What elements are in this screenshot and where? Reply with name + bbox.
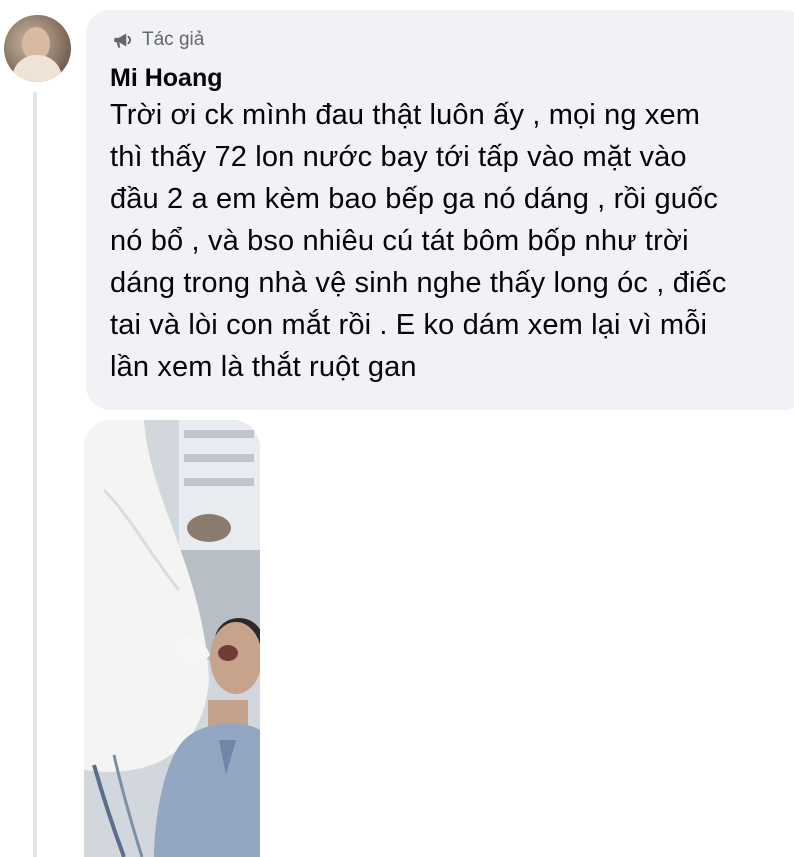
comment-text-line: đầu 2 a em kèm bao bếp ga nó dáng , rồi … <box>110 183 718 215</box>
author-name[interactable]: Mi Hoang <box>110 62 794 94</box>
author-badge: Tác giả <box>110 26 794 54</box>
comment-text-line: dáng trong nhà vệ sinh nghe thấy long óc… <box>110 267 727 299</box>
avatar-body <box>12 55 62 82</box>
comment-bubble: Tác giả Mi Hoang Trời ơi ck mình đau thậ… <box>86 10 794 410</box>
comment-text-line: lần xem là thắt ruột gan <box>110 351 417 383</box>
comment-text-line: Trời ơi ck mình đau thật luôn ấy , mọi n… <box>110 99 701 131</box>
comment-text-line: thì thấy 72 lon nước bay tới tấp vào mặt… <box>110 141 687 173</box>
comment-text-line: nó bổ , và bso nhiêu cú tát bôm bốp như … <box>110 225 689 257</box>
photo-illustration <box>84 420 260 857</box>
thread-line <box>33 92 37 857</box>
megaphone-icon <box>114 33 132 48</box>
avatar[interactable] <box>4 15 71 82</box>
comment-text: Trời ơi ck mình đau thật luôn ấy , mọi n… <box>110 94 794 388</box>
comment-photo[interactable] <box>84 420 260 857</box>
comment-text-line: tai và lòi con mắt rồi . E ko dám xem lạ… <box>110 309 708 341</box>
author-badge-label: Tác giả <box>142 29 205 50</box>
